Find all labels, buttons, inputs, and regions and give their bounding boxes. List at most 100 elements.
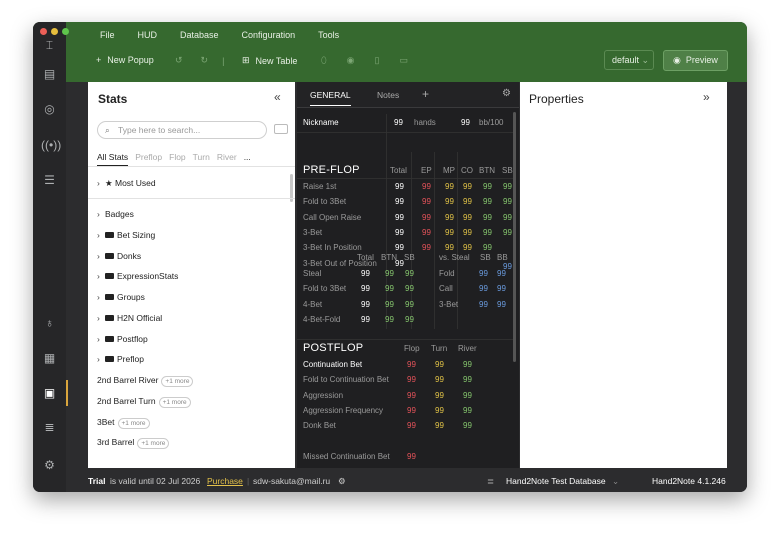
purchase-link[interactable]: Purchase	[207, 476, 243, 486]
tree-item[interactable]: › Donks	[97, 251, 141, 261]
maximize-window-button[interactable]	[62, 28, 69, 35]
stat-value[interactable]: 99	[422, 243, 431, 252]
new-table-button[interactable]: ⊞ New Table	[242, 55, 297, 66]
list-icon[interactable]: ☰	[41, 172, 58, 189]
tree-item[interactable]: › H2N Official	[97, 313, 162, 323]
stat-value[interactable]: 99	[435, 406, 444, 415]
stat-value[interactable]: 99	[407, 360, 416, 369]
new-popup-button[interactable]: + New Popup	[96, 55, 154, 65]
stat-value[interactable]: 99	[463, 243, 472, 252]
stat-value[interactable]: 99	[407, 375, 416, 384]
stat-value[interactable]: 99	[479, 284, 488, 293]
tree-item[interactable]: › Bet Sizing	[97, 230, 155, 240]
broadcast-icon[interactable]: ((•))	[41, 137, 61, 154]
stat-value[interactable]: 99	[463, 406, 472, 415]
more-badge[interactable]: +1 more	[161, 376, 194, 387]
stat-value[interactable]: 99	[497, 300, 506, 309]
profile-select[interactable]: default ⌄	[604, 50, 654, 70]
tab-general[interactable]: GENERAL	[310, 90, 351, 106]
stat-value[interactable]: 99	[395, 213, 404, 222]
stat-value[interactable]: 99	[445, 228, 454, 237]
stat-value[interactable]: 99	[503, 182, 512, 191]
stat-value[interactable]: 99	[361, 300, 370, 309]
stat-value[interactable]: 99	[483, 243, 492, 252]
stat-value[interactable]: 99	[405, 300, 414, 309]
database-selector[interactable]: Hand2Note Test Database	[506, 476, 606, 486]
stat-value[interactable]: 99	[445, 213, 454, 222]
stat-value[interactable]: 99	[483, 182, 492, 191]
stat-value[interactable]: 99	[445, 182, 454, 191]
stat-value[interactable]: 99	[463, 197, 472, 206]
tab-flop[interactable]: Flop	[169, 152, 186, 166]
chip-icon[interactable]: ◎	[41, 101, 58, 118]
expand-panel-icon[interactable]: »	[703, 90, 710, 104]
lightbulb-icon[interactable]: ♁	[41, 315, 58, 332]
grid-icon[interactable]: ▦	[41, 350, 58, 367]
stat-value[interactable]: 99	[422, 197, 431, 206]
stat-value[interactable]: 99	[385, 300, 394, 309]
stat-value[interactable]: 99	[503, 213, 512, 222]
tab-turn[interactable]: Turn	[193, 152, 210, 166]
stat-value[interactable]: 99	[405, 269, 414, 278]
tree-item[interactable]: › Groups	[97, 292, 145, 302]
stat-value[interactable]: 99	[463, 213, 472, 222]
stat-value[interactable]: 99	[395, 182, 404, 191]
database-icon[interactable]: ≣	[41, 419, 58, 436]
menu-hud[interactable]: HUD	[138, 30, 158, 40]
account-settings-icon[interactable]: ⚙	[338, 476, 346, 487]
stat-value[interactable]: 99	[463, 421, 472, 430]
chevron-down-icon[interactable]: ⌄	[612, 476, 619, 487]
oval-widget-icon[interactable]: ⬯	[321, 55, 327, 66]
document-icon[interactable]: ▤	[41, 66, 58, 83]
stat-value[interactable]: 99	[385, 269, 394, 278]
menu-database[interactable]: Database	[180, 30, 219, 40]
stat-item[interactable]: 3Bet +1 more	[97, 417, 150, 429]
menu-configuration[interactable]: Configuration	[242, 30, 296, 40]
bb100-value[interactable]: 99	[461, 118, 470, 127]
stat-value[interactable]: 99	[435, 391, 444, 400]
stat-value[interactable]: 99	[361, 269, 370, 278]
tree-item[interactable]: › Postflop	[97, 334, 148, 344]
stat-value[interactable]: 99	[395, 197, 404, 206]
stat-value[interactable]: 99	[361, 284, 370, 293]
stat-value[interactable]: 99	[422, 182, 431, 191]
stat-value[interactable]: 99	[435, 360, 444, 369]
stat-value[interactable]: 99	[405, 284, 414, 293]
close-window-button[interactable]	[40, 28, 47, 35]
tab-river[interactable]: River	[217, 152, 237, 166]
more-badge[interactable]: +1 more	[117, 418, 150, 429]
menu-tools[interactable]: Tools	[318, 30, 339, 40]
stat-value[interactable]: 99	[497, 269, 506, 278]
stat-value[interactable]: 99	[463, 360, 472, 369]
stat-value[interactable]: 99	[479, 269, 488, 278]
stat-value[interactable]: 99	[463, 228, 472, 237]
stat-value[interactable]: 99	[385, 315, 394, 324]
undo-icon[interactable]: ↺	[175, 55, 183, 66]
stat-value[interactable]: 99	[435, 375, 444, 384]
keyboard-icon[interactable]	[274, 124, 288, 134]
stat-value[interactable]: 99	[483, 197, 492, 206]
tree-item[interactable]: › Preflop	[97, 354, 144, 364]
stat-value[interactable]: 99	[445, 243, 454, 252]
stat-value[interactable]: 99	[407, 452, 416, 461]
stat-value[interactable]: 99	[483, 228, 492, 237]
vertical-widget-icon[interactable]: ▯	[375, 55, 380, 66]
more-badge[interactable]: +1 more	[137, 438, 170, 449]
settings-gear-icon[interactable]: ⚙	[41, 457, 58, 474]
stat-value[interactable]: 99	[479, 300, 488, 309]
tree-item[interactable]: › ExpressionStats	[97, 271, 178, 281]
menu-file[interactable]: File	[100, 30, 115, 40]
stat-value[interactable]: 99	[463, 391, 472, 400]
stat-value[interactable]: 99	[407, 391, 416, 400]
stat-value[interactable]: 99	[422, 228, 431, 237]
stat-value[interactable]: 99	[407, 406, 416, 415]
minimize-window-button[interactable]	[51, 28, 58, 35]
stat-value[interactable]: 99	[422, 213, 431, 222]
stat-value[interactable]: 99	[395, 228, 404, 237]
collapse-panel-icon[interactable]: «	[274, 90, 281, 104]
horizontal-widget-icon[interactable]: ▭	[399, 55, 408, 66]
hud-settings-gear-icon[interactable]: ⚙	[502, 88, 511, 99]
hud-editor-icon[interactable]: ▣	[41, 385, 58, 402]
stat-value[interactable]: 99	[445, 197, 454, 206]
stat-value[interactable]: 99	[395, 243, 404, 252]
